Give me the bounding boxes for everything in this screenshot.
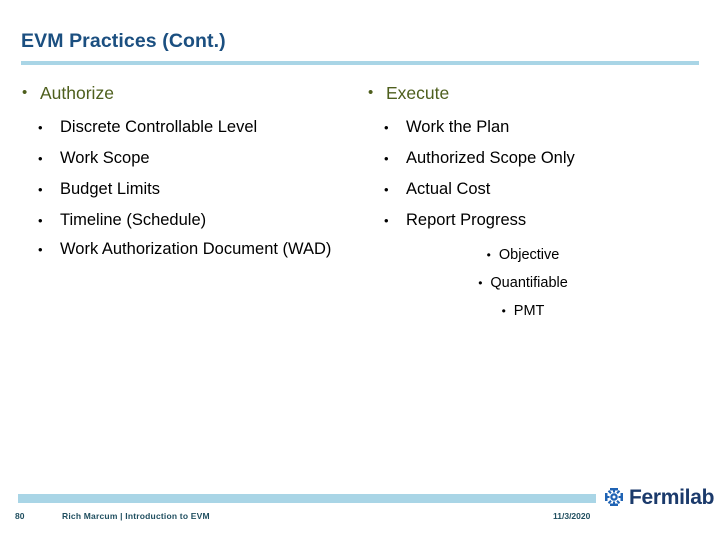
- list-item-label: Report Progress: [406, 211, 527, 229]
- fermilab-mark-icon: [605, 488, 623, 506]
- heading-authorize-label: Authorize: [40, 83, 114, 103]
- page-title: EVM Practices (Cont.): [21, 30, 226, 52]
- sub-list-item: • Objective: [368, 241, 678, 269]
- list-item-label: Work the Plan: [406, 118, 510, 136]
- bullet-icon: •: [368, 84, 374, 101]
- bullet-icon: •: [384, 120, 389, 135]
- title-divider: [21, 61, 699, 65]
- list-item-label: Authorized Scope Only: [406, 149, 575, 167]
- bullet-icon: •: [384, 213, 389, 228]
- heading-execute-label: Execute: [386, 83, 450, 103]
- column-authorize: • Authorize • Discrete Controllable Leve…: [22, 82, 362, 263]
- bullet-icon: •: [22, 84, 28, 101]
- slide-canvas: EVM Practices (Cont.) • Authorize • Disc…: [0, 0, 720, 540]
- sub-list-item-label: PMT: [513, 303, 545, 319]
- list-item: • Budget Limits: [38, 174, 362, 205]
- list-item: • Timeline (Schedule): [38, 205, 362, 236]
- bullet-icon: •: [38, 213, 43, 228]
- list-item: • Authorized Scope Only: [384, 143, 704, 174]
- bullet-icon: •: [478, 276, 483, 290]
- list-item-label: Discrete Controllable Level: [60, 118, 258, 136]
- sub-list-item: • Quantifiable: [368, 269, 678, 297]
- list-item-label: Actual Cost: [406, 180, 491, 198]
- sub-list-item-label: Objective: [498, 247, 560, 263]
- column-execute: • Execute • Work the Plan • Authorized S…: [368, 82, 704, 325]
- bullet-icon: •: [384, 182, 389, 197]
- bullet-icon: •: [38, 242, 43, 257]
- heading-authorize: • Authorize: [22, 82, 362, 104]
- list-item-label: Work Authorization Document (WAD): [60, 240, 332, 258]
- footer-page-number: 80: [15, 511, 25, 521]
- bullet-icon: •: [501, 304, 506, 318]
- slide-body: • Authorize • Discrete Controllable Leve…: [0, 82, 720, 462]
- footer-author-line: Rich Marcum | Introduction to EVM: [62, 511, 210, 521]
- heading-execute: • Execute: [368, 82, 704, 104]
- list-item: • Report Progress: [384, 205, 704, 236]
- list-authorize-items: • Discrete Controllable Level • Work Sco…: [22, 112, 362, 263]
- list-item-label: Budget Limits: [60, 180, 160, 198]
- list-item: • Work Scope: [38, 143, 362, 174]
- list-item: • Actual Cost: [384, 174, 704, 205]
- bullet-icon: •: [486, 248, 491, 262]
- list-item-label: Work Scope: [60, 149, 150, 167]
- list-item-label: Timeline (Schedule): [60, 211, 207, 229]
- sub-list-item: • PMT: [368, 297, 678, 325]
- list-item: • Work Authorization Document (WAD): [38, 236, 362, 263]
- bullet-icon: •: [38, 120, 43, 135]
- list-execute-items: • Work the Plan • Authorized Scope Only …: [368, 112, 704, 236]
- list-item: • Work the Plan: [384, 112, 704, 143]
- fermilab-wordmark: Fermilab: [629, 485, 715, 509]
- fermilab-logo: Fermilab: [603, 486, 714, 508]
- sub-list-item-label: Quantifiable: [490, 275, 568, 291]
- bullet-icon: •: [384, 151, 389, 166]
- footer-date: 11/3/2020: [553, 511, 591, 521]
- footer-divider: [18, 494, 596, 503]
- list-item: • Discrete Controllable Level: [38, 112, 362, 143]
- bullet-icon: •: [38, 151, 43, 166]
- bullet-icon: •: [38, 182, 43, 197]
- list-report-progress-subitems: • Objective • Quantifiable • PMT: [368, 241, 704, 325]
